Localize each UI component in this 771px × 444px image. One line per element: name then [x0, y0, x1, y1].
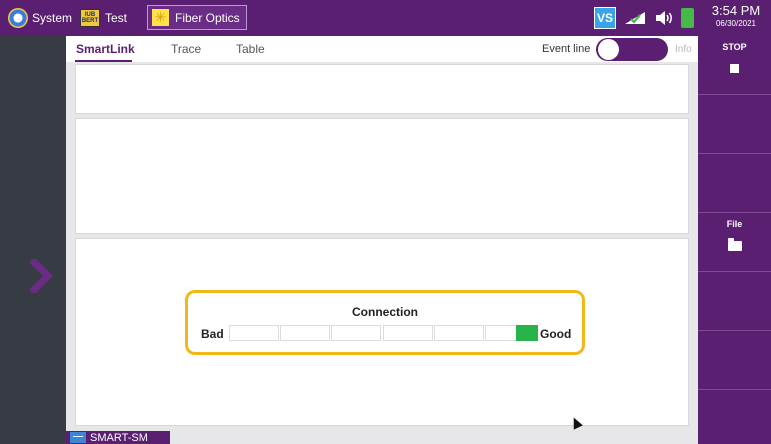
quality-segment [331, 325, 381, 341]
quality-segment [229, 325, 279, 341]
softkey-empty[interactable] [698, 390, 771, 444]
good-label: Good [540, 327, 572, 341]
quality-segment-lit [516, 325, 538, 341]
system-label: System [32, 11, 73, 25]
volume-icon[interactable] [652, 7, 676, 29]
quality-segment [434, 325, 484, 341]
top-bar: System IUB BERT Test ✳ Fiber Optics VS 3… [0, 0, 771, 36]
battery-icon[interactable] [681, 8, 694, 28]
right-softkey-panel: STOP File [698, 36, 771, 444]
clock[interactable]: 3:54 PM 06/30/2021 [702, 3, 770, 29]
softkey-empty[interactable] [698, 154, 771, 213]
test-menu-button[interactable]: IUB BERT Test [80, 0, 127, 36]
softkey-empty[interactable] [698, 272, 771, 331]
clock-time: 3:54 PM [711, 3, 761, 18]
network-check-icon [625, 12, 645, 24]
bert-icon: IUB BERT [80, 9, 100, 27]
event-line-toggle[interactable] [596, 38, 668, 61]
laser-icon: ✳ [152, 9, 169, 26]
softkey-empty[interactable] [698, 331, 771, 390]
quality-segment [383, 325, 433, 341]
test-label: Test [105, 11, 128, 25]
system-menu-button[interactable]: System [8, 0, 72, 36]
network-connected-icon[interactable] [622, 7, 648, 29]
gear-icon [8, 8, 28, 28]
file-label: File [726, 219, 743, 229]
fiber-optics-tab[interactable]: ✳ Fiber Optics [147, 5, 247, 30]
smart-sm-label: SMART-SM [90, 431, 148, 444]
tab-bar: SmartLink Trace Table Event line Info [66, 36, 698, 62]
info-label: Info [675, 44, 692, 55]
file-button[interactable]: File [698, 213, 771, 272]
smart-sm-tab[interactable]: SMART-SM [66, 431, 170, 444]
active-tab-indicator [75, 60, 132, 62]
left-side-panel [0, 36, 66, 444]
event-line-label: Event line [542, 43, 591, 55]
speaker-icon [656, 11, 672, 25]
vs-badge-icon[interactable]: VS [594, 7, 616, 29]
bad-label: Bad [201, 327, 224, 341]
tab-trace[interactable]: Trace [171, 42, 201, 56]
connection-title: Connection [352, 305, 418, 319]
expand-panel-chevron-icon[interactable] [30, 259, 54, 293]
fiber-optics-label: Fiber Optics [175, 10, 240, 25]
toggle-knob [598, 39, 619, 60]
quality-segment [280, 325, 330, 341]
main-area: SmartLink Trace Table Event line Info [66, 36, 698, 444]
connection-quality-widget: Connection Bad Good [185, 290, 585, 355]
softkey-empty[interactable] [698, 95, 771, 154]
clock-date: 06/30/2021 [715, 19, 757, 28]
tab-smartlink[interactable]: SmartLink [76, 42, 135, 56]
stop-button[interactable]: STOP [698, 36, 771, 95]
stop-icon [730, 64, 739, 73]
top-panel [75, 64, 689, 114]
middle-panel [75, 118, 689, 234]
tab-table[interactable]: Table [236, 42, 265, 56]
stop-label: STOP [722, 42, 747, 52]
otdr-module-icon [70, 432, 86, 443]
folder-icon [727, 238, 742, 251]
